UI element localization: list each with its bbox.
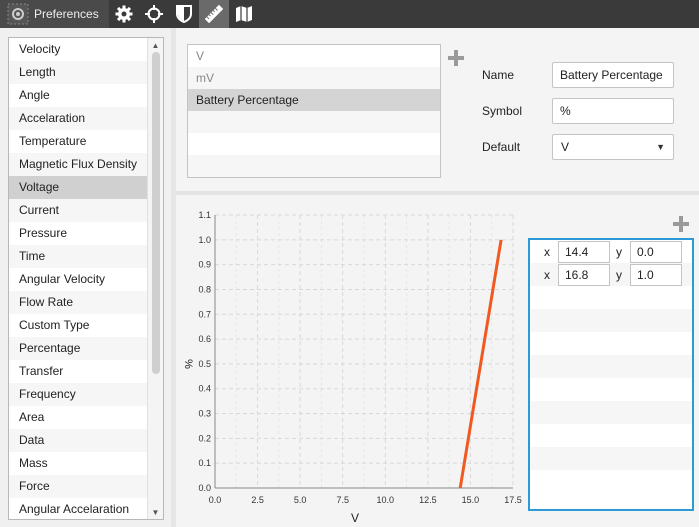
empty-row	[530, 332, 692, 355]
point-x-field[interactable]: 16.8	[558, 263, 610, 286]
category-item[interactable]: Data	[9, 429, 147, 452]
name-field[interactable]	[552, 62, 674, 88]
default-label: Default	[482, 140, 521, 154]
empty-row	[530, 309, 692, 332]
category-item[interactable]: Angle	[9, 84, 147, 107]
empty-row	[530, 447, 692, 470]
conversion-chart: 0.0 2.5 5.0 7.5 10.0 12.5 15.0 17.5 0.0 0.1 0.2 0.3…	[176, 196, 526, 527]
y-tick-label: 0.7	[198, 309, 211, 319]
category-list: Velocity Length Angle Accelaration Temperatu…	[9, 38, 147, 519]
empty-row	[530, 424, 692, 447]
y-tick-label: 0.3	[198, 409, 211, 419]
category-item[interactable]: Angular Accelaration	[9, 498, 147, 519]
default-select[interactable]: V ▼	[552, 134, 674, 160]
default-select-value: V	[561, 140, 570, 154]
shield-icon[interactable]	[169, 0, 199, 28]
x-tick-label: 10.0	[377, 495, 395, 505]
category-item[interactable]: Area	[9, 406, 147, 429]
y-label: y	[616, 244, 622, 259]
category-scrollbar[interactable]: ▲ ▼	[147, 38, 163, 519]
empty-row	[188, 155, 440, 177]
y-tick-label: 1.0	[198, 235, 211, 245]
name-label: Name	[482, 68, 515, 82]
empty-row	[530, 355, 692, 378]
category-item[interactable]: Force	[9, 475, 147, 498]
x-tick-label: 0.0	[209, 495, 222, 505]
y-tick-label: 0.1	[198, 458, 211, 468]
category-item[interactable]: Accelaration	[9, 107, 147, 130]
add-point-button[interactable]	[671, 214, 691, 234]
point-row: x 14.4 y 0.0	[530, 240, 692, 263]
scrollbar-thumb[interactable]	[152, 52, 160, 374]
plus-icon	[673, 216, 689, 232]
category-item[interactable]: Mass	[9, 452, 147, 475]
x-tick-label: 7.5	[336, 495, 349, 505]
horizontal-divider[interactable]	[176, 191, 699, 195]
unit-item[interactable]: Battery Percentage	[188, 89, 440, 111]
unit-list: VmV Battery Percentage	[187, 44, 441, 178]
y-axis-label: %	[182, 359, 194, 369]
empty-row	[530, 401, 692, 424]
unit-item[interactable]: mV	[188, 67, 440, 89]
x-tick-label: 17.5	[504, 495, 522, 505]
category-item[interactable]: Temperature	[9, 130, 147, 153]
point-row: x 16.8 y 1.0	[530, 263, 692, 286]
category-item[interactable]: Velocity	[9, 38, 147, 61]
map-icon[interactable]	[229, 0, 259, 28]
y-tick-label: 0.9	[198, 260, 211, 270]
category-item[interactable]: Time	[9, 245, 147, 268]
y-tick-label: 0.5	[198, 359, 211, 369]
y-label: y	[616, 267, 622, 282]
empty-row	[530, 470, 692, 493]
empty-row	[530, 378, 692, 401]
category-item[interactable]: Transfer	[9, 360, 147, 383]
x-tick-label: 15.0	[462, 495, 480, 505]
y-tick-label: 0.2	[198, 433, 211, 443]
add-unit-button[interactable]	[446, 48, 466, 68]
ruler-icon[interactable]	[198, 0, 229, 28]
x-tick-label: 5.0	[294, 495, 307, 505]
y-tick-label: 0.4	[198, 384, 211, 394]
category-item[interactable]: Flow Rate	[9, 291, 147, 314]
plus-icon	[448, 50, 464, 66]
y-tick-label: 0.8	[198, 284, 211, 294]
point-y-field[interactable]: 0.0	[630, 240, 682, 263]
x-label: x	[544, 267, 550, 282]
point-y-field[interactable]: 1.0	[630, 263, 682, 286]
point-x-field[interactable]: 14.4	[558, 240, 610, 263]
x-axis-label: V	[351, 511, 359, 525]
y-tick-label: 1.1	[198, 210, 211, 220]
settings-grid-icon	[6, 2, 30, 26]
chevron-down-icon: ▼	[656, 142, 665, 152]
category-item[interactable]: Angular Velocity	[9, 268, 147, 291]
y-tick-label: 0.0	[198, 483, 211, 493]
toolbar: Preferences	[0, 0, 699, 28]
preferences-label: Preferences	[34, 7, 99, 21]
empty-row	[530, 286, 692, 309]
scroll-up-arrow-icon[interactable]: ▲	[148, 38, 163, 52]
points-table: x 14.4 y 0.0 x 16.8 y 1.0	[528, 238, 694, 511]
preferences-button[interactable]: Preferences	[0, 0, 109, 28]
category-item[interactable]: Magnetic Flux Density	[9, 153, 147, 176]
empty-row	[188, 111, 440, 133]
category-item[interactable]: Custom Type	[9, 314, 147, 337]
unit-item[interactable]: V	[188, 45, 440, 67]
y-tick-label: 0.6	[198, 334, 211, 344]
category-item[interactable]: Length	[9, 61, 147, 84]
symbol-label: Symbol	[482, 104, 523, 118]
symbol-field[interactable]	[552, 98, 674, 124]
x-label: x	[544, 244, 550, 259]
category-item[interactable]: Pressure	[9, 222, 147, 245]
category-item[interactable]: Frequency	[9, 383, 147, 406]
scroll-down-arrow-icon[interactable]: ▼	[148, 505, 163, 519]
x-tick-label: 12.5	[419, 495, 437, 505]
category-list-panel: Velocity Length Angle Accelaration Temperatu…	[8, 37, 164, 520]
category-item[interactable]: Percentage	[9, 337, 147, 360]
category-item[interactable]: Current	[9, 199, 147, 222]
category-item[interactable]: Voltage	[9, 176, 147, 199]
empty-row	[188, 133, 440, 155]
x-tick-label: 2.5	[251, 495, 264, 505]
gear-icon[interactable]	[109, 0, 139, 28]
crosshair-icon[interactable]	[139, 0, 169, 28]
